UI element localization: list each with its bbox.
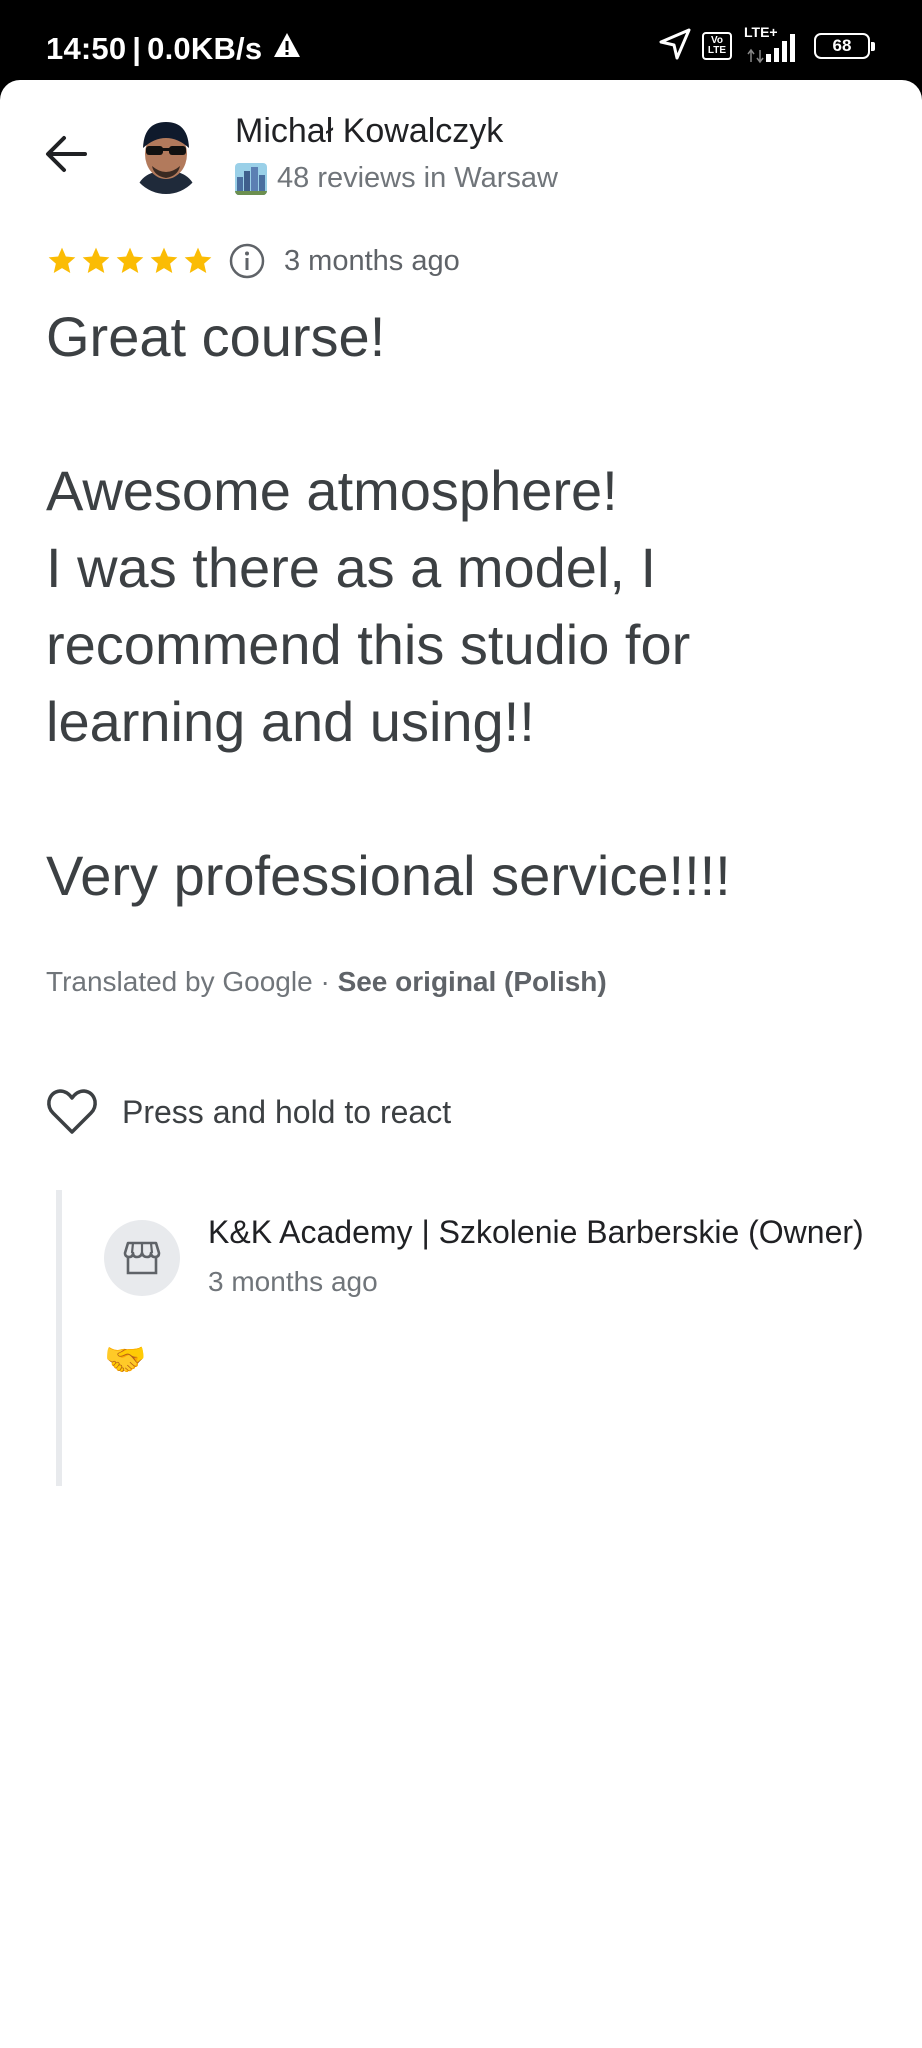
translated-by-label: Translated by Google · bbox=[46, 966, 338, 997]
location-arrow-icon bbox=[658, 27, 692, 66]
owner-avatar[interactable] bbox=[104, 1220, 180, 1296]
review-text: Great course! Awesome atmosphere! I was … bbox=[46, 305, 731, 907]
reviewer-meta[interactable]: 48 reviews in Warsaw bbox=[235, 162, 558, 195]
owner-name[interactable]: K&K Academy | Szkolenie Barberskie (Owne… bbox=[208, 1214, 908, 1251]
star-icon bbox=[150, 247, 178, 273]
city-skyline-icon bbox=[235, 162, 267, 195]
battery-icon: 68 bbox=[814, 33, 875, 59]
status-bar: 14:50 | 0.0KB/s Vo LTE LTE+ 68 bbox=[0, 0, 922, 80]
owner-reply-text: 🤝 bbox=[104, 1341, 147, 1379]
status-left: 14:50 | 0.0KB/s bbox=[46, 31, 302, 67]
review-time: 3 months ago bbox=[284, 244, 460, 277]
star-icon bbox=[82, 247, 110, 273]
status-network-speed: 0.0KB/s bbox=[147, 31, 263, 66]
react-label: Press and hold to react bbox=[122, 1093, 452, 1130]
volte-bottom-label: LTE bbox=[707, 45, 727, 56]
volte-icon: Vo LTE bbox=[702, 32, 732, 60]
info-icon[interactable] bbox=[228, 242, 266, 280]
status-right: Vo LTE LTE+ 68 bbox=[658, 24, 875, 66]
status-time: 14:50 bbox=[46, 31, 127, 66]
back-button[interactable] bbox=[36, 124, 96, 184]
warning-icon bbox=[272, 31, 302, 67]
star-icon bbox=[48, 247, 76, 273]
react-button[interactable]: Press and hold to react bbox=[46, 1088, 451, 1136]
see-original-link[interactable]: See original (Polish) bbox=[338, 966, 607, 997]
storefront-icon bbox=[123, 1241, 161, 1275]
reviewer-name[interactable]: Michał Kowalczyk bbox=[235, 112, 503, 151]
reviewer-reviews-count: 48 reviews in Warsaw bbox=[277, 162, 558, 194]
star-rating bbox=[46, 245, 214, 277]
review-sheet: Michał Kowalczyk 48 reviews in Warsaw 3 … bbox=[0, 80, 922, 2048]
reviewer-avatar[interactable] bbox=[128, 114, 204, 194]
back-arrow-icon bbox=[46, 136, 87, 172]
rating-row: 3 months ago bbox=[46, 242, 460, 280]
owner-reply: K&K Academy | Szkolenie Barberskie (Owne… bbox=[56, 1190, 922, 1486]
status-separator: | bbox=[132, 31, 142, 66]
star-icon bbox=[184, 247, 212, 273]
signal-icon: LTE+ bbox=[742, 24, 804, 64]
translation-note: Translated by Google · See original (Pol… bbox=[46, 966, 607, 998]
owner-reply-time: 3 months ago bbox=[208, 1266, 378, 1297]
star-icon bbox=[116, 247, 144, 273]
heart-icon bbox=[47, 1089, 97, 1134]
battery-level: 68 bbox=[832, 36, 852, 55]
